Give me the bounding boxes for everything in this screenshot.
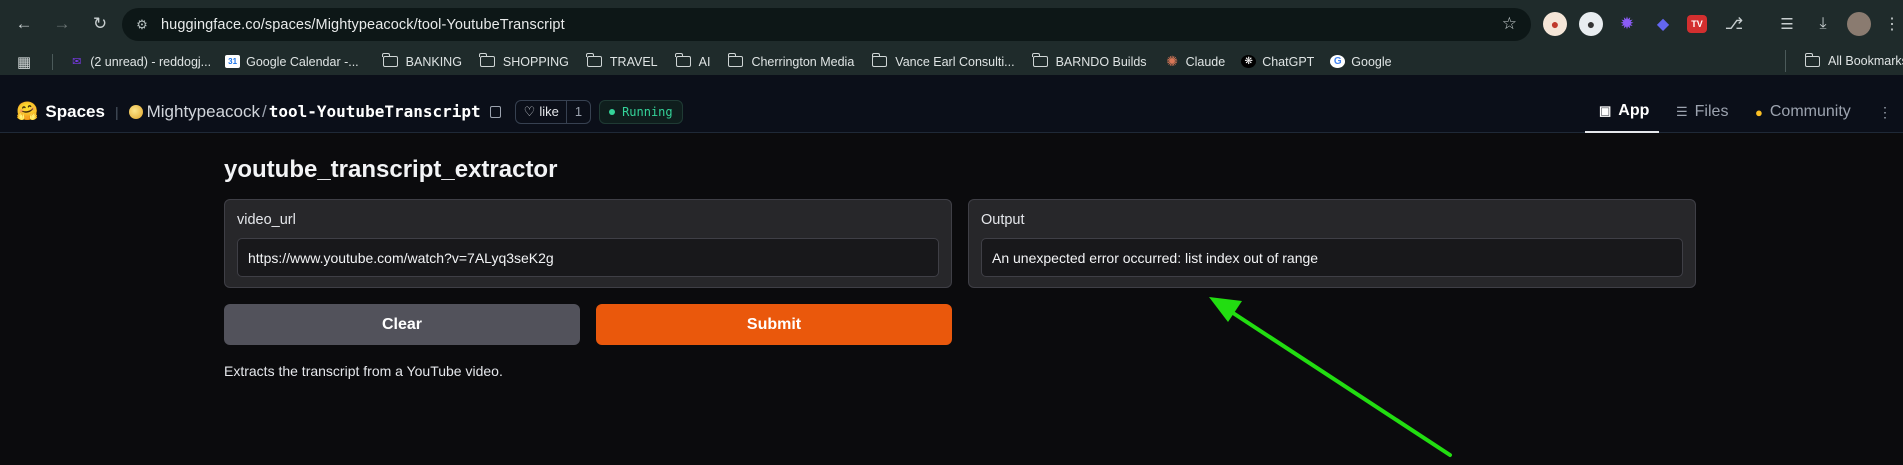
bookmark-label: AI xyxy=(698,54,711,69)
hugging-face-logo-icon[interactable]: 🤗 xyxy=(16,101,38,122)
bookmark-label: SHOPPING xyxy=(502,54,569,69)
back-icon[interactable]: ← xyxy=(10,10,38,38)
output-field: An unexpected error occurred: list index… xyxy=(981,238,1683,277)
bookmark-item-calendar[interactable]: 31 Google Calendar -... xyxy=(225,51,359,73)
folder-icon xyxy=(727,53,744,67)
bookmark-label: (2 unread) - reddogj... xyxy=(90,54,212,69)
bookmark-item-reddogj[interactable]: ✉ (2 unread) - reddogj... xyxy=(69,51,211,73)
app-content: youtube_transcript_extractor video_url h… xyxy=(0,133,1903,465)
path-slash: / xyxy=(262,101,267,121)
hf-space-header: 🤗 Spaces | Mightypeacock / tool-YoutubeT… xyxy=(0,91,1903,133)
bookmark-folder-shopping[interactable]: SHOPPING xyxy=(479,51,569,73)
bookmark-star-icon[interactable]: ☆ xyxy=(1502,14,1517,34)
bookmarks-divider xyxy=(1785,50,1786,72)
heart-icon: ♡ xyxy=(523,103,536,119)
input-label: video_url xyxy=(237,212,296,228)
bookmark-folder-ai[interactable]: AI xyxy=(675,51,711,73)
bookmark-folder-cherrington-media[interactable]: Cherrington Media xyxy=(727,51,855,73)
forward-icon[interactable]: → xyxy=(48,10,76,38)
video-url-input[interactable]: https://www.youtube.com/watch?v=7ALyq3se… xyxy=(237,238,939,277)
app-icon: ▣ xyxy=(1599,103,1612,118)
bookmark-folder-banking[interactable]: BANKING xyxy=(382,51,462,73)
more-options-icon[interactable]: ⋮ xyxy=(1878,91,1892,133)
bookmark-label: ChatGPT xyxy=(1262,54,1315,69)
folder-icon xyxy=(675,53,691,67)
profile-avatar-icon[interactable] xyxy=(1847,12,1871,36)
claude-icon: ✺ xyxy=(1166,53,1178,69)
files-icon: ☰ xyxy=(1676,104,1688,119)
bookmark-folder-travel[interactable]: TRAVEL xyxy=(586,51,658,73)
clear-button[interactable]: Clear xyxy=(224,304,580,345)
bookmark-label: Vance Earl Consulti... xyxy=(895,54,1015,69)
bookmark-label: Cherrington Media xyxy=(751,54,855,69)
status-dot-icon xyxy=(609,108,616,115)
spaces-link[interactable]: Spaces xyxy=(45,102,105,122)
like-count: 1 xyxy=(565,100,590,123)
site-info-icon[interactable]: ⚙ xyxy=(131,14,153,36)
tab-label: Community xyxy=(1769,103,1851,120)
tab-app[interactable]: ▣ App xyxy=(1585,91,1659,133)
download-icon[interactable]: ⤓ xyxy=(1811,12,1835,36)
menu-kebab-icon[interactable]: ⋮ xyxy=(1880,12,1903,36)
page-top-spacer xyxy=(0,75,1903,91)
folder-icon xyxy=(382,53,398,67)
url-text[interactable]: huggingface.co/spaces/Mightypeacock/tool… xyxy=(161,17,565,33)
bookmark-item-google[interactable]: G Google xyxy=(1330,51,1392,73)
bookmark-label: Claude xyxy=(1185,54,1226,69)
folder-icon xyxy=(1032,53,1048,67)
chatgpt-icon: ❋ xyxy=(1241,55,1257,68)
browser-toolbar: ← → ↻ ⚙ huggingface.co/spaces/Mightypeac… xyxy=(0,0,1903,48)
bookmark-item-chatgpt[interactable]: ❋ ChatGPT xyxy=(1241,51,1314,73)
extension-shape-icon[interactable]: ◆ xyxy=(1651,12,1675,36)
reload-icon[interactable]: ↻ xyxy=(86,10,114,38)
bookmark-label: BANKING xyxy=(405,54,462,69)
output-panel: Output An unexpected error occurred: lis… xyxy=(968,199,1696,288)
tab-files[interactable]: ☰ Files xyxy=(1676,91,1728,133)
bookmark-label: Google Calendar -... xyxy=(246,54,359,69)
status-badge: Running xyxy=(599,99,683,124)
page-title: youtube_transcript_extractor xyxy=(224,156,558,183)
tab-label: Files xyxy=(1694,103,1729,120)
copy-icon[interactable] xyxy=(489,105,501,118)
owner-avatar xyxy=(128,104,143,119)
bookmark-label: Google xyxy=(1351,54,1392,69)
bookmark-folder-vance-earl[interactable]: Vance Earl Consulti... xyxy=(871,51,1015,73)
submit-button[interactable]: Submit xyxy=(596,304,952,345)
yahoo-mail-icon: ✉ xyxy=(72,56,82,68)
extension-sparkle-icon[interactable]: ✹ xyxy=(1615,12,1639,36)
bookmarks-bar: ▦ ✉ (2 unread) - reddogj... 31 Google Ca… xyxy=(0,48,1903,75)
bookmark-item-claude[interactable]: ✺ Claude xyxy=(1165,51,1226,73)
all-bookmarks-button[interactable]: All Bookmarks xyxy=(1804,50,1903,72)
bookmark-folder-barndo-builds[interactable]: BARNDO Builds xyxy=(1032,51,1147,73)
google-icon: G xyxy=(1330,55,1346,68)
output-label: Output xyxy=(981,212,1025,228)
owner-link[interactable]: Mightypeacock xyxy=(147,102,260,122)
folder-icon xyxy=(871,53,888,67)
folder-icon xyxy=(479,53,495,67)
extension-avatar-icon[interactable]: ● xyxy=(1543,12,1567,36)
app-description: Extracts the transcript from a YouTube v… xyxy=(224,363,503,379)
bookmarks-divider xyxy=(52,53,54,70)
community-icon: ● xyxy=(1755,104,1763,120)
extension-tv-icon[interactable]: TV xyxy=(1687,15,1707,33)
tab-community[interactable]: ● Community xyxy=(1755,91,1851,133)
address-bar[interactable]: ⚙ huggingface.co/spaces/Mightypeacock/to… xyxy=(122,8,1531,41)
folder-icon xyxy=(586,53,602,67)
header-separator: | xyxy=(114,103,119,120)
all-bookmarks-label: All Bookmarks xyxy=(1828,54,1903,68)
input-panel: video_url https://www.youtube.com/watch?… xyxy=(224,199,952,288)
like-button[interactable]: ♡ like 1 xyxy=(514,99,592,124)
status-text: Running xyxy=(622,104,673,119)
extension-bot-icon[interactable]: ● xyxy=(1579,12,1603,36)
apps-grid-icon[interactable]: ▦ xyxy=(17,51,31,73)
media-controls-icon[interactable]: ☰ xyxy=(1775,12,1799,36)
extensions-puzzle-icon[interactable]: ⎇ xyxy=(1722,12,1746,36)
folder-icon xyxy=(1804,52,1820,67)
bookmark-label: BARNDO Builds xyxy=(1055,54,1147,69)
calendar-icon: 31 xyxy=(225,55,241,68)
bookmark-label: TRAVEL xyxy=(609,54,658,69)
tab-label: App xyxy=(1618,102,1650,119)
like-label: like xyxy=(539,104,559,119)
repo-name-link[interactable]: tool-YoutubeTranscript xyxy=(269,102,481,121)
